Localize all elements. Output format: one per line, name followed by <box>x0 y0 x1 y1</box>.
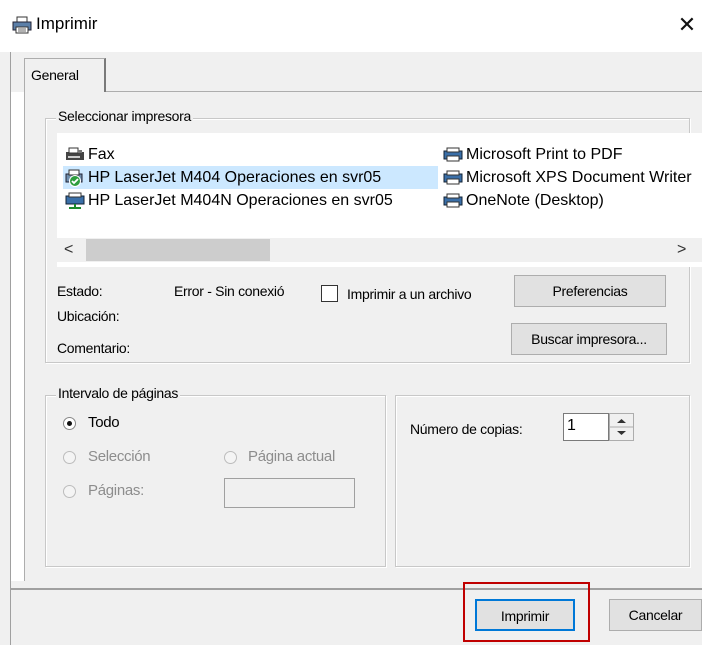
printer-item-hp-m404[interactable]: HP LaserJet M404 Operaciones en svr05 <box>63 166 438 189</box>
cancel-button[interactable]: Cancelar <box>609 599 702 631</box>
status-value: Error - Sin conexió <box>174 283 285 299</box>
printer-icon <box>443 170 463 185</box>
copies-spinner[interactable] <box>609 413 634 441</box>
find-printer-button[interactable]: Buscar impresora... <box>511 323 667 355</box>
fax-printer-icon <box>66 147 84 160</box>
radio-pages[interactable] <box>63 485 76 498</box>
radio-all[interactable] <box>63 417 76 430</box>
printer-name: HP LaserJet M404 Operaciones en svr05 <box>88 169 382 186</box>
spin-up-down-icon <box>610 419 633 435</box>
copies-label: Número de copias: <box>410 421 523 437</box>
print-to-file-label[interactable]: Imprimir a un archivo <box>347 286 472 302</box>
printer-item-fax[interactable]: Fax <box>63 143 443 166</box>
button-bar <box>11 581 702 645</box>
location-label: Ubicación: <box>57 308 120 324</box>
comment-label: Comentario: <box>57 340 130 356</box>
copies-input[interactable]: 1 <box>563 413 609 441</box>
printer-item-xps[interactable]: Microsoft XPS Document Writer <box>441 166 702 189</box>
printer-group-legend: Seleccionar impresora <box>56 108 193 124</box>
tab-general[interactable]: General <box>24 58 106 92</box>
tab-strip <box>11 52 702 92</box>
dialog-frame-line <box>10 52 11 645</box>
printer-icon <box>12 16 32 34</box>
pages-input[interactable] <box>224 478 355 508</box>
printer-item-pdf[interactable]: Microsoft Print to PDF <box>441 143 702 166</box>
radio-current-page-label[interactable]: Página actual <box>248 448 335 465</box>
printer-name: OneNote (Desktop) <box>466 192 604 209</box>
radio-selection-label[interactable]: Selección <box>88 448 151 465</box>
printer-item-hp-m404n[interactable]: HP LaserJet M404N Operaciones en svr05 <box>63 189 443 212</box>
printer-icon <box>443 193 463 208</box>
radio-current-page[interactable] <box>224 451 237 464</box>
status-label: Estado: <box>57 283 103 299</box>
printer-name: Microsoft XPS Document Writer <box>466 169 692 186</box>
printer-name: Microsoft Print to PDF <box>466 146 623 163</box>
page-range-legend: Intervalo de páginas <box>56 385 181 401</box>
close-button[interactable]: ✕ <box>672 10 702 40</box>
dialog-frame-left <box>0 52 10 645</box>
printer-name: HP LaserJet M404N Operaciones en svr05 <box>88 192 393 209</box>
network-printer-icon <box>65 192 85 209</box>
radio-pages-label[interactable]: Páginas: <box>88 482 144 499</box>
printer-name: Fax <box>88 146 115 163</box>
preferences-button[interactable]: Preferencias <box>514 275 666 307</box>
button-bar-separator <box>11 588 702 590</box>
scroll-right-icon[interactable]: > <box>677 238 686 262</box>
radio-selection[interactable] <box>63 451 76 464</box>
printer-icon <box>443 147 463 162</box>
radio-selected-dot <box>67 421 72 426</box>
scrollbar-thumb[interactable] <box>86 239 270 261</box>
default-printer-check-icon <box>65 169 83 187</box>
printer-item-onenote[interactable]: OneNote (Desktop) <box>441 189 702 212</box>
print-to-file-checkbox[interactable] <box>321 285 338 302</box>
radio-all-label[interactable]: Todo <box>88 414 120 431</box>
window-title: Imprimir <box>36 14 98 33</box>
print-button[interactable]: Imprimir <box>475 599 575 631</box>
title-bar <box>0 0 702 52</box>
scroll-left-icon[interactable]: < <box>64 238 73 262</box>
